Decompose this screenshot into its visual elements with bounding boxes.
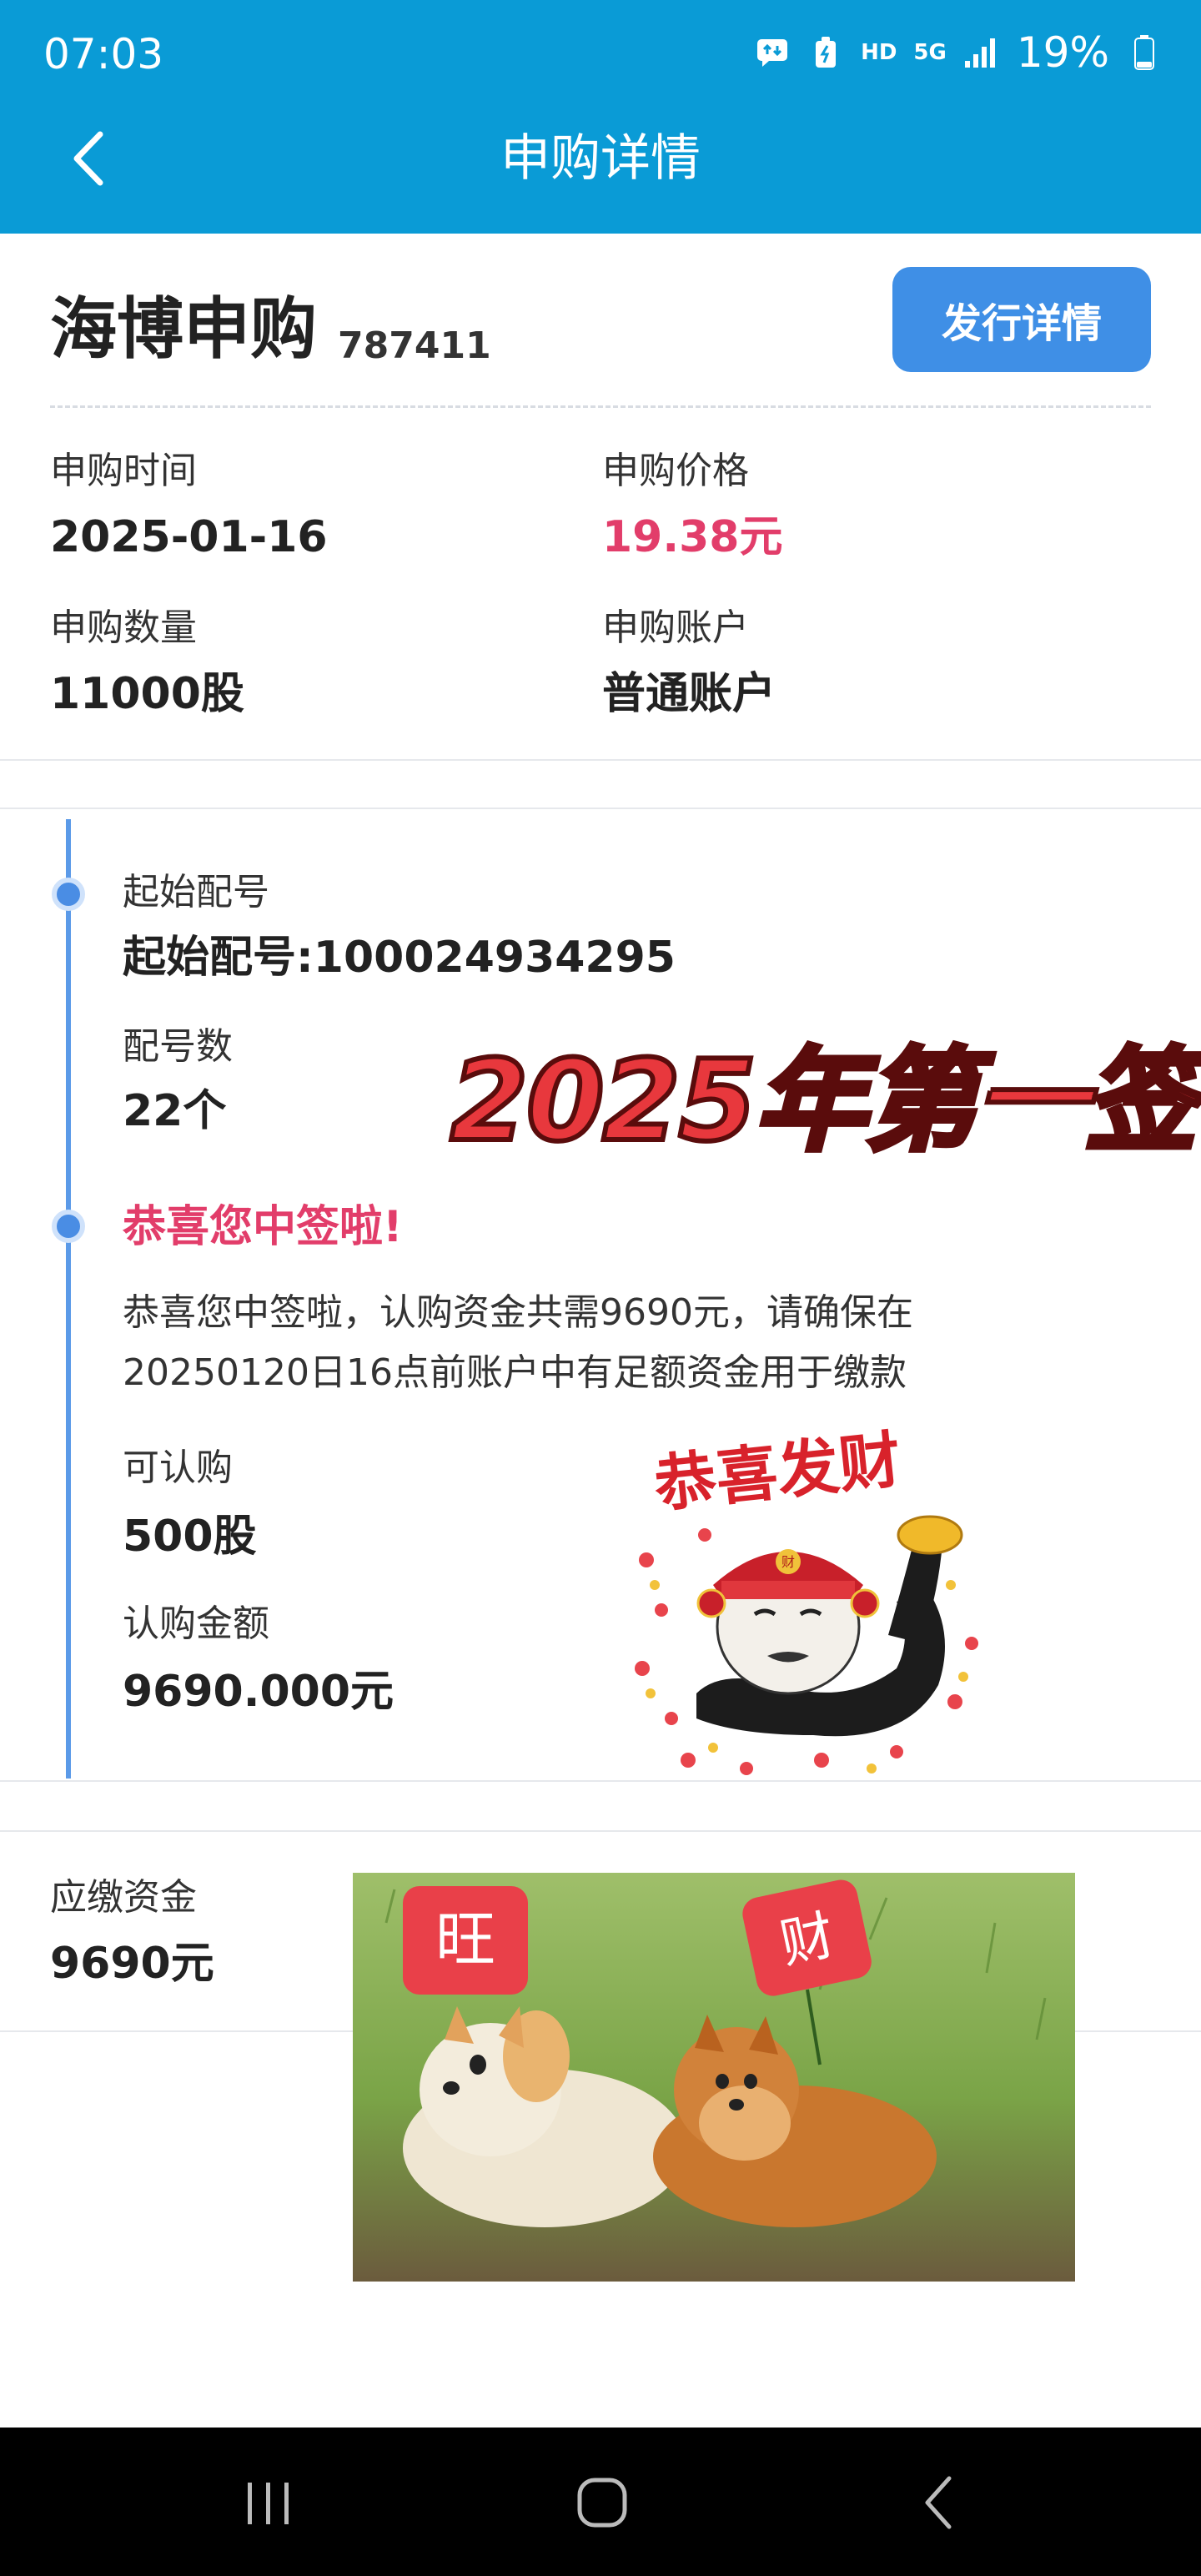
section-divider (0, 1780, 1201, 1782)
subscribe-account-value: 普通账户 (602, 669, 776, 719)
sticker-title: 恭喜发财 (651, 1424, 904, 1522)
home-icon (577, 2478, 627, 2528)
buyable-label: 可认购 (123, 1446, 233, 1489)
section-divider (0, 1830, 1201, 1832)
issue-details-button[interactable]: 发行详情 (892, 267, 1151, 372)
timeline-line (66, 819, 71, 1779)
page-title: 申购详情 (500, 129, 701, 188)
battery-icon (1126, 34, 1163, 71)
subscribe-price-value: 19.38元 (602, 512, 783, 562)
amount-label: 认购金额 (123, 1602, 269, 1645)
hd-indicator: HD (861, 40, 897, 65)
fortune-sticker: 财 恭喜发财 (621, 1418, 988, 1785)
count-label: 配号数 (123, 1025, 233, 1068)
network-indicator: 5G (913, 40, 947, 65)
back-icon (925, 2476, 952, 2529)
buyable-value: 500股 (123, 1512, 257, 1562)
battery-percent: 19% (1016, 28, 1109, 77)
amount-value: 9690.000元 (123, 1667, 394, 1717)
recent-apps-icon (248, 2483, 289, 2524)
battery-saver-icon (807, 34, 844, 71)
sticker-hat-char: 财 (781, 1554, 795, 1570)
subscribe-time-value: 2025-01-16 (50, 512, 328, 562)
tag-wang: 旺 (435, 1904, 495, 1975)
status-icons: HD 5G 19% (754, 23, 1163, 82)
winning-message-line1: 恭喜您中签啦，认购资金共需9690元，请确保在 (123, 1291, 913, 1334)
count-value: 22个 (123, 1086, 227, 1136)
payable-value: 9690元 (50, 1939, 214, 1989)
winning-message-line2: 20250120日16点前账户中有足额资金用于缴款 (123, 1351, 907, 1394)
home-button[interactable] (552, 2469, 652, 2536)
recent-apps-button[interactable] (219, 2469, 319, 2536)
subscribe-account-label: 申购账户 (602, 606, 749, 649)
signal-icon (963, 34, 1000, 71)
start-number: 起始配号:100024934295 (123, 933, 676, 983)
subscribe-time-label: 申购时间 (50, 450, 197, 492)
message-icon (754, 34, 791, 71)
timeline-dot (52, 878, 85, 911)
dashed-divider (50, 405, 1151, 408)
status-time: 07:03 (43, 30, 164, 78)
first-win-stamp: 2025年第一签 (448, 1034, 1199, 1169)
winning-title: 恭喜您中签啦! (123, 1202, 403, 1252)
product-name: 海博申购 (50, 290, 317, 368)
subscribe-qty-label: 申购数量 (50, 606, 197, 649)
step-title: 起始配号 (123, 871, 269, 913)
system-back-button[interactable] (888, 2469, 988, 2536)
section-divider (0, 759, 1201, 761)
subscribe-price-label: 申购价格 (602, 450, 749, 492)
subscribe-qty-value: 11000股 (50, 669, 244, 719)
product-code: 787411 (338, 325, 491, 367)
timeline-dot (52, 1210, 85, 1243)
payable-label: 应缴资金 (50, 1876, 197, 1919)
section-divider (0, 808, 1201, 809)
puppies-photo: 旺 财 (353, 1873, 1075, 2282)
